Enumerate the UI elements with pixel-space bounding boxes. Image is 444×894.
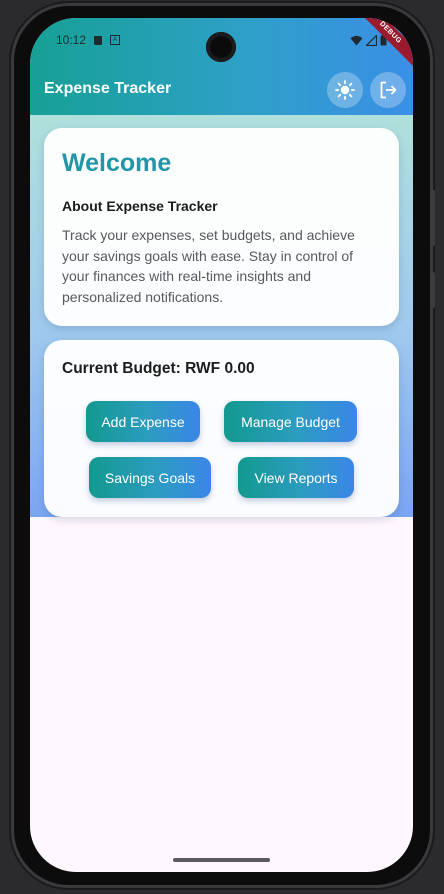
current-budget-label: Current Budget: RWF 0.00	[62, 360, 255, 377]
logout-icon	[380, 81, 397, 99]
savings-goals-button[interactable]: Savings Goals	[89, 457, 211, 498]
status-right	[350, 34, 387, 46]
theme-toggle-button[interactable]	[327, 72, 363, 108]
sun-icon	[335, 80, 355, 100]
manage-budget-button[interactable]: Manage Budget	[224, 401, 357, 442]
welcome-heading: Welcome	[62, 149, 172, 177]
logout-button[interactable]	[370, 72, 406, 108]
budget-card: Current Budget: RWF 0.00 Add Expense Man…	[44, 340, 399, 517]
add-expense-button[interactable]: Add Expense	[86, 401, 200, 442]
screen: 10:12 A DEBUG Expense Tracker Welcome Ab…	[30, 18, 413, 872]
app-title: Expense Tracker	[44, 80, 172, 97]
power-button	[430, 272, 435, 308]
volume-button	[430, 190, 435, 246]
home-indicator[interactable]	[173, 858, 270, 862]
sim-icon	[94, 35, 103, 45]
view-reports-button[interactable]: View Reports	[238, 457, 354, 498]
wifi-icon	[350, 35, 363, 45]
notification-badge: A	[110, 35, 121, 45]
camera-cutout	[206, 32, 236, 62]
about-heading: About Expense Tracker	[62, 198, 218, 214]
status-time: 10:12	[56, 33, 87, 47]
about-description: Track your expenses, set budgets, and ac…	[62, 227, 355, 305]
welcome-card: Welcome About Expense Tracker Track your…	[44, 128, 399, 326]
app-header: 10:12 A DEBUG Expense Tracker	[30, 18, 413, 115]
signal-icon	[366, 34, 377, 46]
